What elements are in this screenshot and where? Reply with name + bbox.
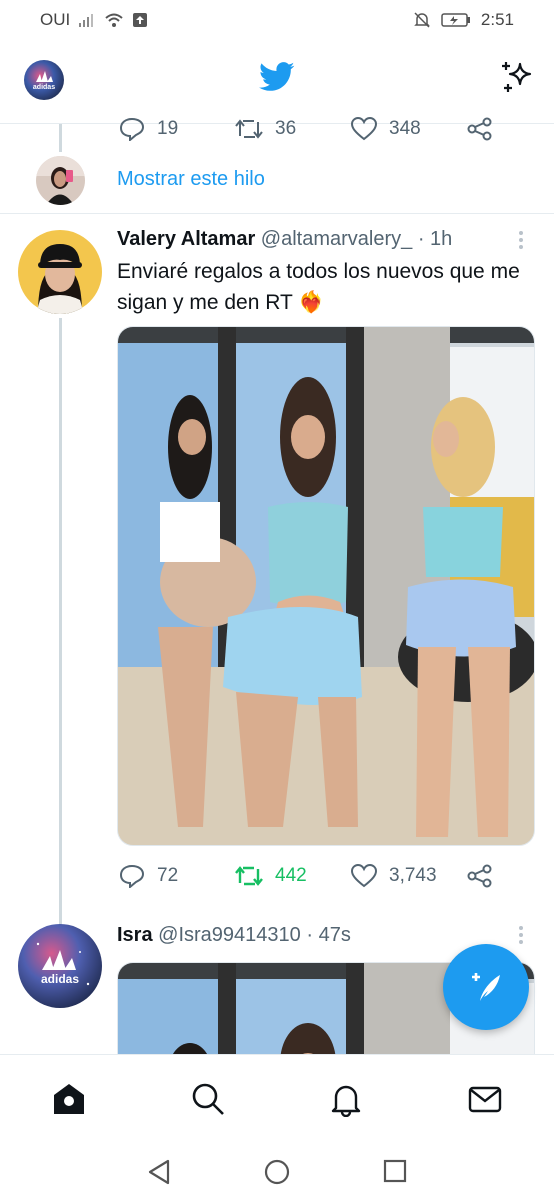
bottom-navigation (0, 1054, 554, 1144)
show-thread-link[interactable]: Mostrar este hilo (117, 168, 265, 191)
display-name[interactable]: Valery Altamar (117, 228, 255, 250)
tweet-text: Enviaré regalos a todos los nuevos que m… (117, 260, 520, 314)
share-button[interactable] (467, 117, 493, 141)
carrier-label: OUI (40, 10, 71, 29)
wifi-icon (105, 13, 123, 27)
search-icon (192, 1083, 224, 1115)
svg-text:adidas: adidas (41, 972, 79, 986)
tweet-header: Valery Altamar @altamarvalery_ · 1h (117, 228, 452, 251)
reply-button[interactable]: 72 (119, 864, 235, 888)
recents-square-icon (383, 1159, 407, 1183)
compose-feather-icon (472, 973, 500, 1001)
like-button[interactable]: 3,743 (351, 864, 467, 888)
home-system-button[interactable] (263, 1158, 291, 1191)
twitter-bird-icon[interactable] (259, 62, 295, 97)
back-button[interactable] (146, 1158, 172, 1191)
status-bar: OUI 2:51 (0, 0, 554, 40)
compose-tweet-button[interactable] (443, 944, 529, 1030)
share-icon (467, 117, 492, 141)
tweet-actions: 72 442 3,743 (119, 864, 493, 888)
share-button[interactable] (467, 864, 493, 888)
messages-icon (468, 1086, 502, 1113)
tweet-header: Isra @Isra99414310 · 47s (117, 924, 351, 947)
home-icon (54, 1084, 84, 1114)
heart-on-fire-emoji: ❤️‍🔥 (298, 291, 325, 314)
tweet-timestamp: · 47s (306, 924, 351, 946)
previous-tweet-actions: 19 36 348 (119, 117, 493, 141)
top-app-bar: adidas (0, 40, 554, 124)
back-triangle-icon (148, 1159, 170, 1185)
thread-connector-middle (59, 318, 62, 928)
nav-messages[interactable] (467, 1081, 503, 1122)
retweet-icon (235, 866, 263, 886)
thread-author-avatar[interactable] (36, 156, 85, 205)
signal-icon (79, 14, 94, 27)
tweet-media-image[interactable] (117, 326, 535, 846)
retweet-button[interactable]: 442 (235, 865, 351, 887)
user-handle[interactable]: @altamarvalery_ (261, 228, 412, 250)
tweet-author-avatar[interactable]: adidas (18, 924, 102, 1008)
display-name[interactable]: Isra (117, 924, 153, 946)
tweet-author-avatar[interactable] (18, 230, 102, 314)
share-icon (467, 864, 492, 888)
reply-icon (119, 117, 145, 141)
reply-button[interactable]: 19 (119, 117, 235, 141)
notifications-icon (331, 1085, 361, 1118)
home-circle-icon (264, 1159, 290, 1185)
reply-icon (119, 864, 145, 888)
system-navigation-bar (0, 1144, 554, 1200)
tweet-timestamp: · 1h (417, 228, 453, 250)
user-handle[interactable]: @Isra99414310 (158, 924, 301, 946)
sparkle-icon[interactable] (498, 58, 536, 101)
show-thread-row[interactable]: Mostrar este hilo (0, 140, 554, 214)
heart-icon (351, 117, 377, 141)
heart-icon (351, 864, 377, 888)
nav-search[interactable] (190, 1081, 226, 1122)
upload-indicator-icon (133, 13, 148, 27)
mute-bell-icon (414, 12, 430, 28)
clock: 2:51 (480, 10, 514, 29)
profile-avatar[interactable]: adidas (24, 60, 64, 100)
recents-button[interactable] (382, 1158, 408, 1189)
nav-home[interactable] (51, 1081, 87, 1122)
nav-notifications[interactable] (328, 1081, 364, 1122)
like-button[interactable]: 348 (351, 117, 467, 141)
more-options-icon[interactable] (519, 926, 525, 947)
battery-icon (441, 13, 470, 27)
svg-text:adidas: adidas (33, 84, 55, 91)
retweet-icon (235, 119, 263, 139)
more-options-icon[interactable] (519, 231, 525, 252)
retweet-button[interactable]: 36 (235, 118, 351, 140)
